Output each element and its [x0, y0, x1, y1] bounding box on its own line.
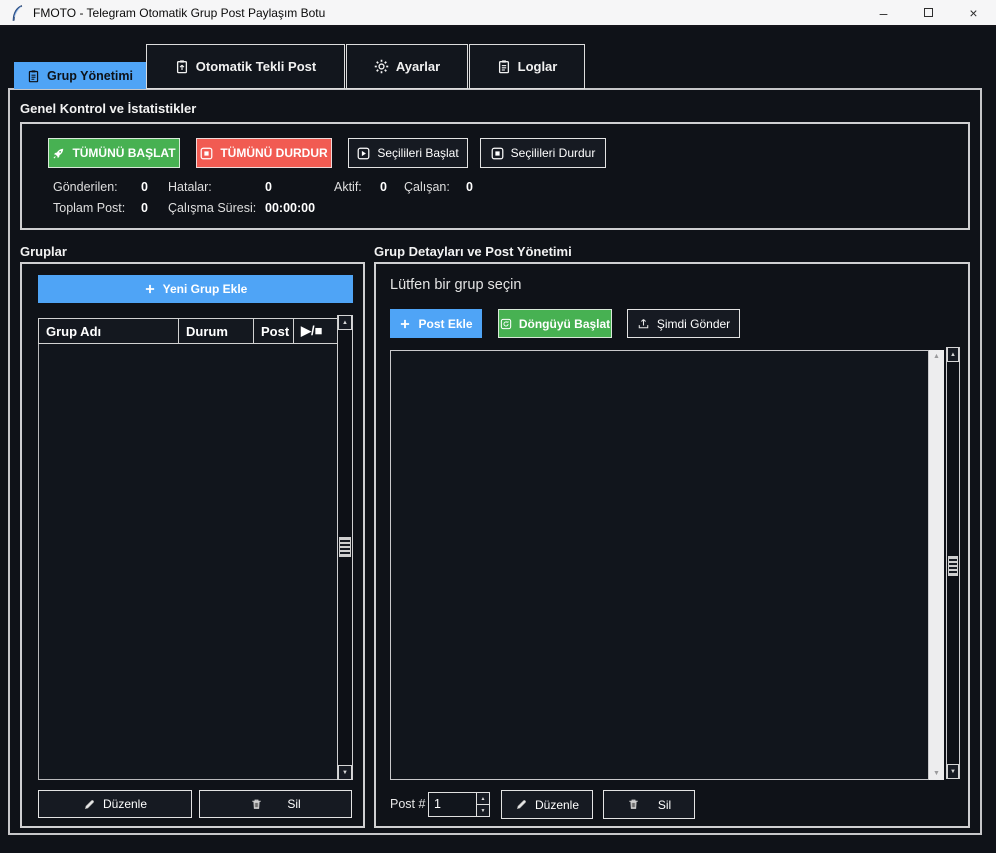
tab-label: Otomatik Tekli Post [196, 59, 316, 74]
group-edit-button[interactable]: Düzenle [38, 790, 192, 818]
stop-square-icon [200, 147, 213, 160]
total-posts-label: Toplam Post: [53, 201, 141, 215]
close-icon: × [969, 5, 977, 21]
tab-otomatik-tekli-post[interactable]: Otomatik Tekli Post [146, 44, 345, 89]
clipboard-icon [27, 69, 40, 83]
group-delete-label: Sil [287, 797, 300, 811]
stop-selected-button[interactable]: Seçilileri Durdur [480, 138, 606, 168]
tab-grup-yonetimi[interactable]: Grup Yönetimi [14, 62, 146, 89]
post-number-spinner[interactable]: 1 ▲ ▼ [428, 792, 490, 817]
minimize-icon: – [880, 5, 888, 21]
group-edit-label: Düzenle [103, 797, 147, 811]
uptime-value: 00:00:00 [265, 201, 334, 215]
tab-loglar[interactable]: Loglar [469, 44, 585, 89]
select-group-hint: Lütfen bir grup seçin [390, 277, 521, 293]
trash-icon [627, 798, 640, 811]
scroll-down-icon[interactable]: ▼ [933, 767, 940, 780]
stop-all-button[interactable]: TÜMÜNÜ DURDUR [196, 138, 332, 168]
send-now-label: Şimdi Gönder [657, 317, 730, 331]
post-edit-button[interactable]: Düzenle [501, 790, 593, 819]
spinner-buttons[interactable]: ▲ ▼ [476, 793, 489, 816]
groups-table-body[interactable] [38, 344, 338, 780]
errors-value: 0 [265, 180, 334, 194]
scrollbar-thumb[interactable] [948, 556, 958, 576]
post-upload-icon [175, 59, 189, 74]
loop-icon [500, 318, 512, 330]
stop-all-label: TÜMÜNÜ DURDUR [220, 146, 327, 160]
start-selected-label: Seçilileri Başlat [377, 146, 458, 160]
scroll-down-icon[interactable]: ▼ [338, 765, 352, 780]
start-all-button[interactable]: TÜMÜNÜ BAŞLAT [48, 138, 180, 168]
gear-icon [374, 59, 389, 74]
running-value: 0 [466, 180, 496, 194]
tab-label: Grup Yönetimi [47, 69, 133, 83]
rocket-icon [52, 147, 65, 160]
pencil-icon [83, 798, 96, 811]
stop-square-icon [491, 147, 504, 160]
tab-label: Loglar [518, 59, 558, 74]
start-loop-button[interactable]: Döngüyü Başlat [498, 309, 612, 338]
statistics-grid: Gönderilen: 0 Hatalar: 0 Aktif: 0 Çalışa… [53, 180, 496, 215]
minimize-button[interactable]: – [861, 0, 906, 25]
post-number-label: Post # [390, 797, 425, 811]
start-loop-label: Döngüyü Başlat [519, 317, 610, 331]
scroll-up-icon[interactable]: ▲ [947, 347, 959, 362]
start-selected-button[interactable]: Seçilileri Başlat [348, 138, 468, 168]
spin-up-icon[interactable]: ▲ [477, 793, 489, 805]
post-text-scrollbar[interactable]: ▲ ▼ [929, 350, 944, 780]
start-all-label: TÜMÜNÜ BAŞLAT [72, 146, 175, 160]
scroll-up-icon[interactable]: ▲ [933, 350, 940, 363]
log-icon [497, 59, 511, 74]
post-edit-label: Düzenle [535, 798, 579, 812]
maximize-button[interactable] [906, 0, 951, 25]
column-header-play-stop[interactable]: ▶/■ [293, 318, 338, 344]
plus-icon [144, 283, 156, 295]
active-label: Aktif: [334, 180, 380, 194]
add-post-button[interactable]: Post Ekle [390, 309, 482, 338]
maximize-icon [924, 8, 933, 17]
add-group-button[interactable]: Yeni Grup Ekle [38, 275, 353, 303]
tab-ayarlar[interactable]: Ayarlar [346, 44, 468, 89]
send-now-button[interactable]: Şimdi Gönder [627, 309, 740, 338]
errors-label: Hatalar: [168, 180, 265, 194]
add-post-label: Post Ekle [418, 317, 472, 331]
send-upload-icon [637, 317, 650, 330]
pencil-icon [515, 798, 528, 811]
active-value: 0 [380, 180, 404, 194]
scrollbar-thumb[interactable] [339, 537, 351, 557]
sent-value: 0 [141, 180, 168, 194]
tab-label: Ayarlar [396, 59, 440, 74]
groups-table-header[interactable]: Grup Adı Durum Post ▶/■ [38, 318, 338, 344]
add-group-label: Yeni Grup Ekle [163, 282, 248, 296]
total-posts-value: 0 [141, 201, 168, 215]
post-delete-button[interactable]: Sil [603, 790, 695, 819]
stop-selected-label: Seçilileri Durdur [511, 146, 596, 160]
group-delete-button[interactable]: Sil [199, 790, 352, 818]
running-label: Çalışan: [404, 180, 466, 194]
title-bar: FMOTO - Telegram Otomatik Grup Post Payl… [0, 0, 996, 27]
post-text-area[interactable] [390, 350, 929, 780]
window-title: FMOTO - Telegram Otomatik Grup Post Payl… [33, 6, 325, 20]
column-header-post[interactable]: Post [253, 318, 293, 344]
tk-feather-icon [10, 5, 24, 21]
post-delete-label: Sil [658, 798, 671, 812]
groups-section-heading: Gruplar [20, 244, 67, 259]
trash-icon [250, 798, 263, 811]
sent-label: Gönderilen: [53, 180, 141, 194]
scroll-up-icon[interactable]: ▲ [338, 315, 352, 330]
details-section-heading: Grup Detayları ve Post Yönetimi [374, 244, 572, 259]
details-scrollbar[interactable]: ▲ ▼ [946, 347, 960, 779]
spin-down-icon[interactable]: ▼ [477, 805, 489, 816]
column-header-durum[interactable]: Durum [178, 318, 253, 344]
app-window: FMOTO - Telegram Otomatik Grup Post Payl… [0, 0, 996, 853]
uptime-label: Çalışma Süresi: [168, 201, 265, 215]
play-square-icon [357, 147, 370, 160]
plus-icon [399, 318, 411, 330]
scroll-down-icon[interactable]: ▼ [947, 764, 959, 779]
column-header-grup-adi[interactable]: Grup Adı [38, 318, 178, 344]
groups-table-scrollbar[interactable]: ▲ ▼ [337, 315, 353, 780]
post-number-value[interactable]: 1 [429, 793, 476, 816]
general-section-heading: Genel Kontrol ve İstatistikler [20, 101, 196, 116]
close-button[interactable]: × [951, 0, 996, 25]
